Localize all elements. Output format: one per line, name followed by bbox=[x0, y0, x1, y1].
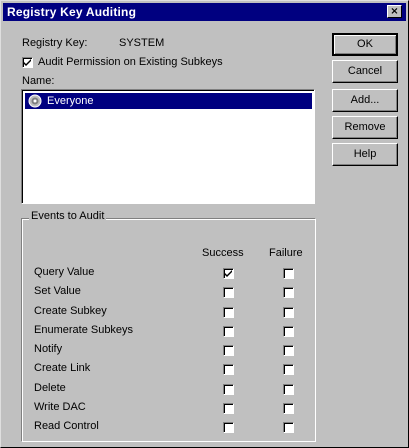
list-item-label: Everyone bbox=[47, 95, 94, 107]
remove-button-label: Remove bbox=[344, 121, 386, 133]
success-checkbox[interactable] bbox=[223, 268, 234, 279]
ok-button[interactable]: OK bbox=[332, 33, 398, 56]
registry-key-auditing-dialog: Registry Key Auditing × Registry Key: SY… bbox=[0, 0, 409, 448]
failure-checkbox[interactable] bbox=[283, 403, 294, 414]
add-button[interactable]: Add... bbox=[332, 89, 398, 112]
success-checkbox[interactable] bbox=[223, 287, 234, 298]
event-label: Set Value bbox=[34, 285, 81, 297]
event-label: Write DAC bbox=[34, 401, 86, 413]
event-label: Read Control bbox=[34, 420, 99, 432]
failure-checkbox[interactable] bbox=[283, 287, 294, 298]
event-label: Create Subkey bbox=[34, 305, 107, 317]
event-label: Create Link bbox=[34, 362, 91, 374]
failure-header: Failure bbox=[269, 247, 303, 259]
add-button-label: Add... bbox=[350, 94, 380, 106]
failure-checkbox[interactable] bbox=[283, 326, 294, 337]
checkmark-icon bbox=[24, 59, 31, 66]
cancel-button[interactable]: Cancel bbox=[332, 60, 398, 83]
list-item-everyone[interactable]: Everyone bbox=[25, 93, 312, 109]
help-button[interactable]: Help bbox=[332, 143, 398, 166]
audit-subkeys-checkbox[interactable] bbox=[22, 57, 33, 68]
help-button-label: Help bbox=[353, 148, 377, 160]
success-checkbox[interactable] bbox=[223, 307, 234, 318]
group-icon bbox=[28, 94, 42, 111]
event-label: Query Value bbox=[34, 266, 95, 278]
failure-checkbox[interactable] bbox=[283, 384, 294, 395]
failure-checkbox[interactable] bbox=[283, 307, 294, 318]
close-button[interactable]: × bbox=[387, 5, 402, 18]
name-label: Name: bbox=[22, 75, 55, 87]
audit-subkeys-label[interactable]: Audit Permission on Existing Subkeys bbox=[38, 56, 223, 68]
success-checkbox[interactable] bbox=[223, 384, 234, 395]
title-bar[interactable]: Registry Key Auditing × bbox=[3, 3, 406, 21]
success-checkbox[interactable] bbox=[223, 403, 234, 414]
event-label: Delete bbox=[34, 382, 66, 394]
failure-checkbox[interactable] bbox=[283, 345, 294, 356]
failure-checkbox[interactable] bbox=[283, 364, 294, 375]
registry-key-value: SYSTEM bbox=[119, 37, 165, 49]
event-label: Enumerate Subkeys bbox=[34, 324, 134, 336]
success-header: Success bbox=[202, 247, 244, 259]
cancel-button-label: Cancel bbox=[347, 65, 383, 77]
ok-button-label: OK bbox=[357, 38, 373, 50]
success-checkbox[interactable] bbox=[223, 326, 234, 337]
events-to-audit-legend: Events to Audit bbox=[29, 210, 107, 222]
failure-checkbox[interactable] bbox=[283, 422, 294, 433]
success-checkbox[interactable] bbox=[223, 345, 234, 356]
success-checkbox[interactable] bbox=[223, 364, 234, 375]
failure-checkbox[interactable] bbox=[283, 268, 294, 279]
registry-key-label: Registry Key: bbox=[22, 37, 88, 49]
checkmark-icon bbox=[225, 270, 232, 277]
remove-button[interactable]: Remove bbox=[332, 116, 398, 139]
window-title: Registry Key Auditing bbox=[7, 5, 137, 19]
names-listbox[interactable]: Everyone bbox=[21, 89, 315, 204]
success-checkbox[interactable] bbox=[223, 422, 234, 433]
event-label: Notify bbox=[34, 343, 63, 355]
close-icon: × bbox=[390, 6, 399, 17]
